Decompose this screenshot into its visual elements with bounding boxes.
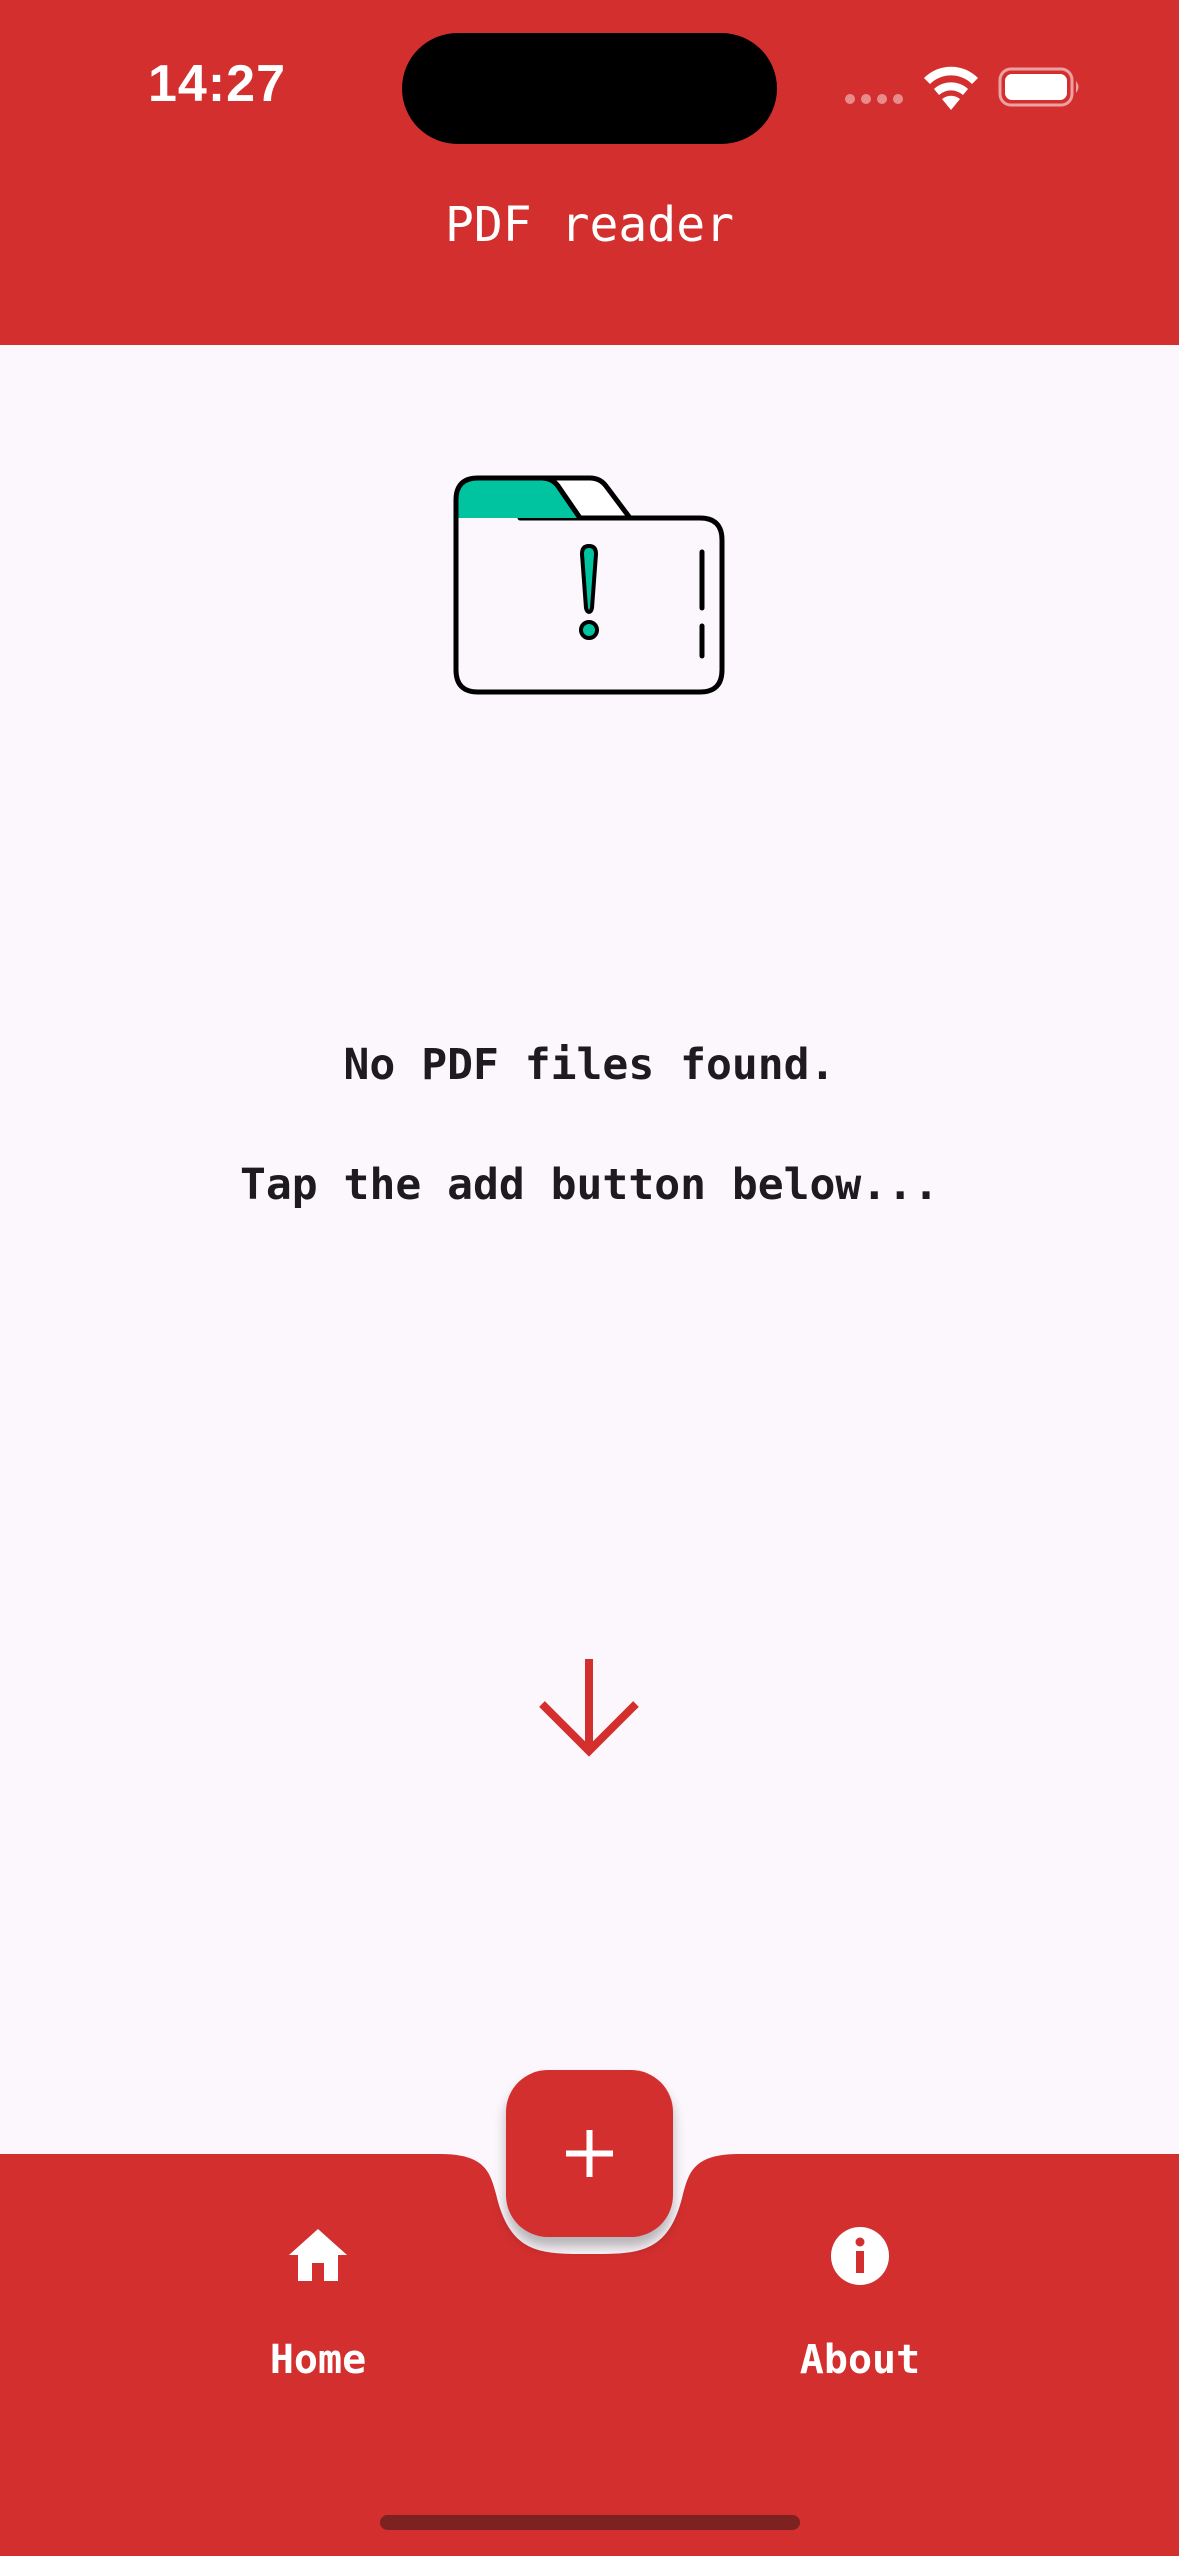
wifi-icon	[924, 66, 978, 110]
nav-item-home[interactable]: Home	[168, 2225, 468, 2405]
status-time: 14:27	[148, 55, 286, 113]
nav-item-label: About	[799, 2337, 921, 2383]
dynamic-island	[402, 33, 777, 144]
add-pdf-button[interactable]	[506, 2070, 673, 2237]
page-title: PDF reader	[445, 197, 734, 253]
home-icon	[289, 2229, 347, 2281]
empty-state-title: No PDF files found.	[343, 1040, 836, 1090]
nav-item-about[interactable]: About	[710, 2225, 1010, 2405]
nav-item-label: Home	[269, 2337, 367, 2383]
empty-state-hint: Tap the add button below...	[240, 1160, 939, 1210]
battery-icon	[998, 67, 1079, 107]
home-indicator[interactable]	[380, 2515, 800, 2530]
folder-warning-icon	[453, 475, 725, 695]
cellular-signal-icon	[845, 94, 903, 104]
plus-icon	[566, 2130, 613, 2177]
arrow-down-icon	[539, 1659, 639, 1757]
info-icon	[831, 2227, 889, 2285]
